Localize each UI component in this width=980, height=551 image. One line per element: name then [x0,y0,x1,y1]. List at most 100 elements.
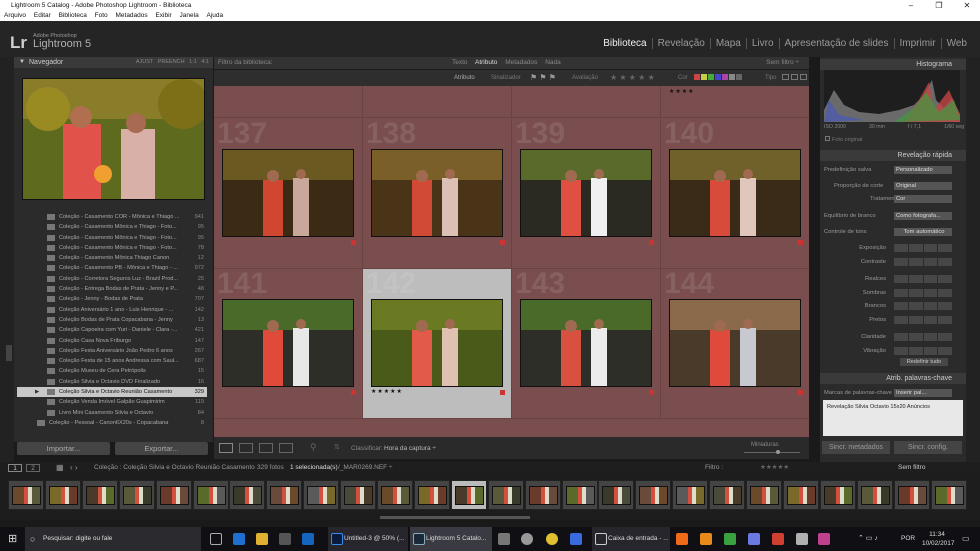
maximize-button[interactable]: ❐ [926,0,952,11]
filmstrip-thumbnail[interactable] [672,480,709,510]
filmstrip-thumbnail[interactable] [746,480,782,510]
filmstrip-rating-filter[interactable]: ★★★★★ [760,462,789,474]
filter-preset-select[interactable]: Sem filtro ÷ [766,57,799,69]
grid-cell[interactable]: 137 [214,117,363,269]
filmstrip-scrollbar[interactable] [380,516,530,519]
grid-cell[interactable]: 143 [512,267,661,419]
filmstrip-thumbnail[interactable] [44,480,81,510]
sort-direction-icon[interactable]: ⇅ [334,443,340,451]
keywords-textarea[interactable]: Revelação Silvia Octavio 15x20 Anúncios [823,400,963,436]
compare-view-icon[interactable] [259,443,273,453]
photo-thumbnail[interactable] [371,299,503,387]
right-panel-toggle-strip[interactable] [966,57,980,462]
survey-view-icon[interactable] [279,443,293,453]
tray-icons[interactable]: ⌃ ▭ ♪ [858,527,878,551]
grid-nav-icon[interactable]: ▦ [56,462,64,474]
collection-item[interactable]: Coleção Casa Nova Friburgo 147 [17,336,207,346]
collection-item[interactable]: Coleção Festa Aniversário João Pedro 6 a… [17,346,207,356]
menu-janela[interactable]: Janela [180,12,199,19]
filmstrip-thumbnail[interactable] [303,480,340,510]
collection-item[interactable]: Coleção Aniversário 1 ano - Luis Henriqu… [17,305,207,315]
filmstrip-thumbnail[interactable] [192,480,229,510]
filter-tab-texto[interactable]: Texto [452,59,468,66]
app-icon-g[interactable] [748,533,760,545]
minimize-button[interactable]: – [898,0,924,11]
histogram-header[interactable]: Histograma [820,59,966,70]
menu-ajuda[interactable]: Ajuda [207,12,224,19]
sync-settings-button[interactable]: Sincr. config. [894,441,962,454]
slider-step-buttons[interactable] [894,346,952,355]
filmstrip-thumbnail[interactable] [598,480,635,510]
mail-icon[interactable] [302,533,314,545]
thumbnail-size-slider[interactable] [744,452,800,453]
rating-stars[interactable]: ★★★★★ [371,388,403,395]
page-1-button[interactable]: 1 [8,464,22,472]
color-label-swatches[interactable] [694,74,742,80]
collection-item[interactable]: Coleção - Casamento Mônica Thiago Canon 1… [17,253,207,263]
app-icon-d[interactable] [676,533,688,545]
filter-tab-nada[interactable]: Nada [545,59,561,66]
collection-item[interactable]: Coleção Museu de Cera Petrópolis 15 [17,366,207,376]
app-icon-e[interactable] [700,533,712,545]
collection-item[interactable]: Coleção - Casamento Mônica e Thiago - Fo… [17,243,207,253]
grid-cell[interactable]: 142 ★★★★★ [363,267,512,419]
filmstrip-thumbnail[interactable] [340,480,377,510]
slider-step-buttons[interactable] [894,333,952,341]
zoom-preench[interactable]: PREENCH [158,59,185,65]
filmstrip-thumbnail[interactable] [930,480,967,510]
filmstrip-thumbnail[interactable] [782,480,819,510]
file-explorer-icon[interactable] [256,533,268,545]
collection-item[interactable]: Coleção - Casamento COR - Mônica e Thiag… [17,212,207,222]
store-icon[interactable] [279,533,291,545]
photo-thumbnail[interactable] [669,299,801,387]
filmstrip-thumbnail[interactable] [229,480,266,510]
menu-arquivo[interactable]: Arquivo [4,12,26,19]
zoom-4-1[interactable]: 4:1 [201,59,209,65]
module-biblioteca[interactable]: Biblioteca [598,38,653,49]
taskbar-lightroom[interactable]: Lightroom 5 Catalo... [410,527,492,551]
edge-icon[interactable] [233,533,245,545]
reject-flag-icon[interactable] [649,390,654,395]
app-icon-f[interactable] [724,533,736,545]
photo-thumbnail[interactable] [222,299,354,387]
kind-filter-icons[interactable] [782,74,807,80]
sort-select[interactable]: Hora da captura ÷ [384,445,436,452]
app-icon-c[interactable] [570,533,582,545]
filmstrip-thumbnail[interactable] [81,480,118,510]
auto-tone-button[interactable]: Tom automático [894,228,952,236]
crop-ratio-select[interactable]: Original [894,182,952,190]
treatment-select[interactable]: Cor [894,195,952,203]
filmstrip-thumbnail[interactable] [819,480,856,510]
photo-thumbnail[interactable] [520,299,652,387]
collection-item[interactable]: Coleção Bodas de Prata Copacabana - Jenn… [17,315,207,325]
collection-item[interactable]: Coleção Silvia e Octavio DVD Finalizado 1… [17,377,207,387]
collection-item[interactable]: ▶ Coleção Silvia e Octavio Reunião Casame… [17,387,207,398]
import-button[interactable]: Importar... [17,442,110,455]
histogram-chart[interactable] [824,70,960,122]
slider-step-buttons[interactable] [894,302,952,310]
sync-metadata-button[interactable]: Sincr. metadados [822,441,890,454]
painter-icon[interactable]: ⚲ [310,442,317,453]
filter-tab-metadados[interactable]: Metadados [505,59,537,66]
filmstrip-thumbnail[interactable] [709,480,746,510]
app-icon-i[interactable] [796,533,808,545]
collection-item[interactable]: Coleção - Pessoal - Canon6X20s - Copacab… [17,418,207,428]
back-arrow-icon[interactable]: ‹ › [70,462,78,474]
app-icon-j[interactable] [818,533,830,545]
original-photo-checkbox[interactable]: Foto original [825,136,862,143]
loupe-view-icon[interactable] [239,443,253,453]
left-panel-toggle-strip[interactable] [0,57,14,462]
collection-item[interactable]: Coleção - Jenny - Bodas de Prata 707 [17,294,207,304]
filmstrip-thumbnail[interactable] [118,480,155,510]
collection-item[interactable]: Coleção - Corretora Seguros Luz - Brazil… [17,274,207,284]
menu-editar[interactable]: Editar [34,12,51,19]
taskbar-search[interactable]: ○ Pesquisar: digite ou fale [25,527,201,551]
collection-item[interactable]: Coleção - Entrega Bodas de Prata - Jenny… [17,284,207,294]
menu-foto[interactable]: Foto [95,12,108,19]
collection-item[interactable]: Livro Mini Casamento Silvia e Octavio 84 [17,408,207,418]
language-indicator[interactable]: POR [901,527,915,551]
filmstrip-thumbnail[interactable] [377,480,413,510]
current-file[interactable]: /_MAR0269.NEF ÷ [338,462,393,474]
collection-item[interactable]: Coleção Festa de 15 anos Andressa com Sa… [17,356,207,366]
rating-stars[interactable]: ★ ★ ★ ★ ★ [610,70,655,86]
